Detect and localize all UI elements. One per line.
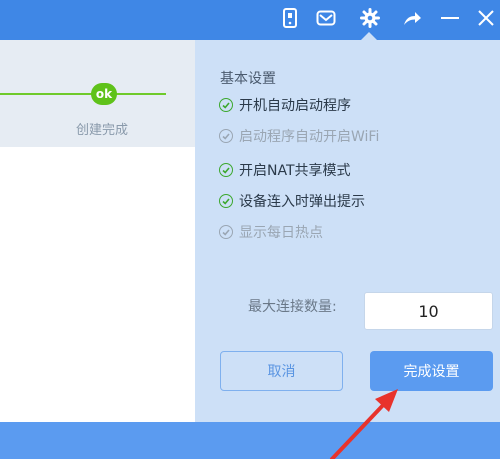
option-label: 开机自动启动程序 xyxy=(239,98,351,114)
minimize-icon[interactable] xyxy=(436,4,464,32)
option-auto-start[interactable]: 开机自动启动程序 xyxy=(219,95,351,115)
wizard-body xyxy=(0,147,195,422)
check-icon[interactable] xyxy=(219,98,233,112)
progress-line xyxy=(0,93,166,95)
option-label: 显示每日热点 xyxy=(239,225,323,241)
check-icon[interactable] xyxy=(219,163,233,177)
step-complete-badge: ok xyxy=(91,83,117,105)
panel-pointer xyxy=(361,32,377,40)
max-connections-label: 最大连接数量: xyxy=(248,299,337,315)
step-label: 创建完成 xyxy=(75,123,128,138)
close-icon[interactable] xyxy=(472,4,500,32)
check-icon xyxy=(219,225,233,239)
title-bar xyxy=(0,0,500,40)
share-icon[interactable] xyxy=(398,4,426,32)
max-connections-input[interactable]: 10 xyxy=(364,292,493,330)
option-auto-wifi: 启动程序自动开启WiFi xyxy=(219,126,379,146)
settings-title: 基本设置 xyxy=(220,71,276,87)
option-daily-hotspot: 显示每日热点 xyxy=(219,222,323,242)
check-icon xyxy=(219,129,233,143)
mail-icon[interactable] xyxy=(312,4,340,32)
gear-icon[interactable] xyxy=(356,4,384,32)
option-connect-prompt[interactable]: 设备连入时弹出提示 xyxy=(219,191,365,211)
cancel-button[interactable]: 取消 xyxy=(220,351,343,391)
bottom-bar xyxy=(0,422,500,459)
option-nat-sharing[interactable]: 开启NAT共享模式 xyxy=(219,160,351,180)
finish-settings-button[interactable]: 完成设置 xyxy=(370,351,493,391)
option-label: 开启NAT共享模式 xyxy=(239,163,351,179)
option-label: 设备连入时弹出提示 xyxy=(239,194,365,210)
check-icon[interactable] xyxy=(219,194,233,208)
phone-icon[interactable] xyxy=(276,4,304,32)
option-label: 启动程序自动开启WiFi xyxy=(239,129,380,145)
